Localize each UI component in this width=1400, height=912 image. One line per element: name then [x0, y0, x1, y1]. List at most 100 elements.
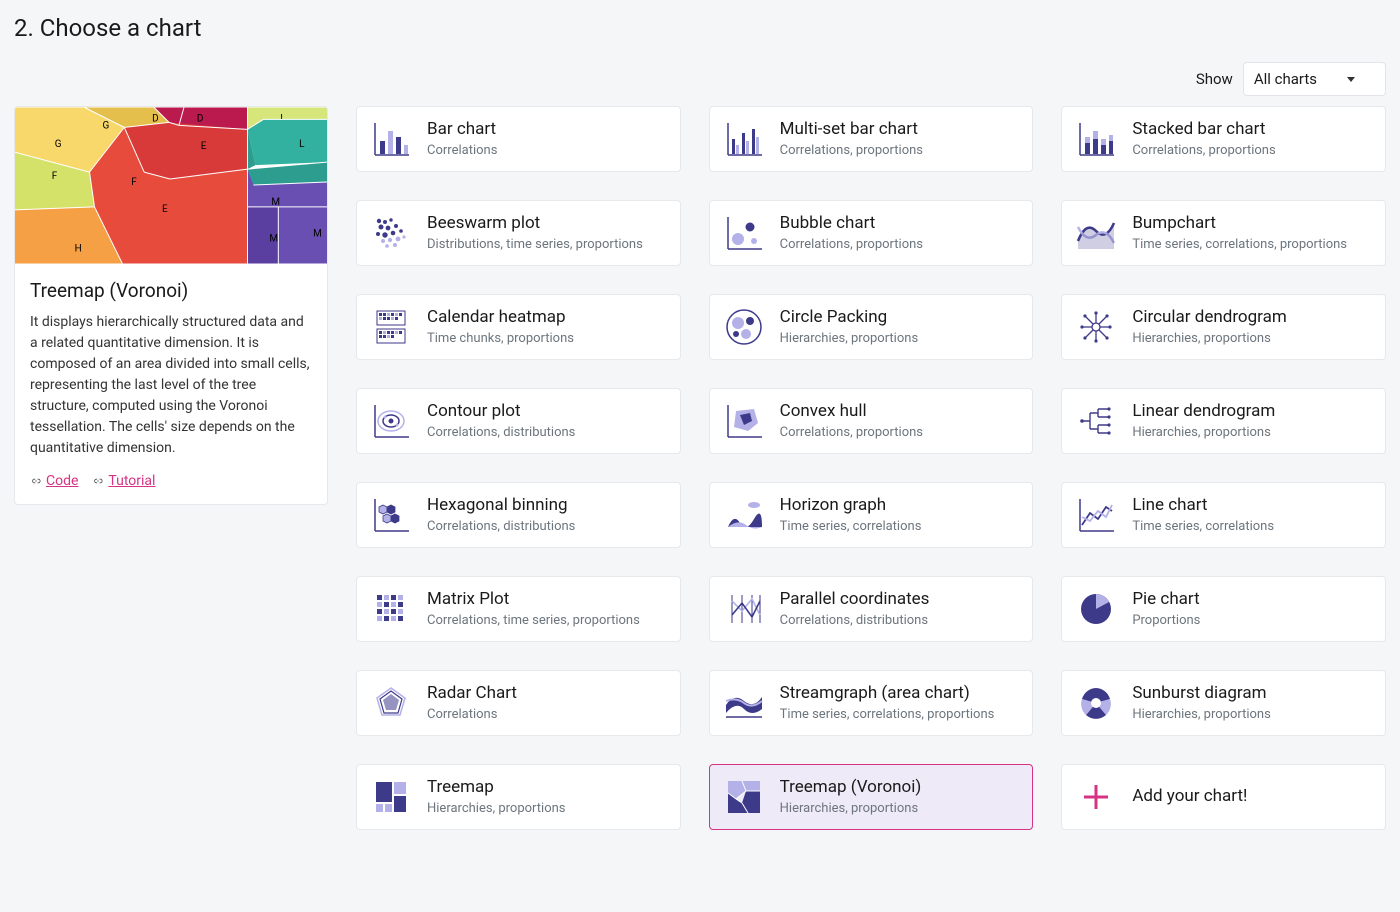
chart-card-subtitle: Distributions, time series, proportions — [427, 237, 643, 253]
convex-icon — [724, 401, 764, 441]
chart-card-text: Calendar heatmapTime chunks, proportions — [427, 307, 574, 347]
chart-card-subtitle: Correlations, proportions — [780, 425, 923, 441]
chart-card-voronoi[interactable]: Treemap (Voronoi)Hierarchies, proportion… — [709, 764, 1034, 830]
chart-card-title: Parallel coordinates — [780, 589, 930, 610]
chart-card-subtitle: Correlations, distributions — [427, 519, 575, 535]
voronoi-preview-icon: G G D D I E L L E F F — [15, 107, 327, 264]
chart-card-text: Beeswarm plot Distributions, time series,… — [427, 213, 643, 253]
chart-card-bubble[interactable]: Bubble chartCorrelations, proportions — [709, 200, 1034, 266]
link-icon — [92, 477, 104, 485]
chart-card-title: Beeswarm plot — [427, 213, 643, 234]
chart-card-parallel[interactable]: Parallel coordinatesCorrelations, distri… — [709, 576, 1034, 642]
chart-card-title: Calendar heatmap — [427, 307, 574, 328]
multibar-icon — [724, 119, 764, 159]
chart-card-stackedbar[interactable]: Stacked bar chartCorrelations, proportio… — [1061, 106, 1386, 172]
horizon-icon — [724, 495, 764, 535]
code-link[interactable]: Code — [30, 473, 78, 489]
chart-card-radar[interactable]: Radar Chart Correlations — [356, 670, 681, 736]
stackedbar-icon — [1076, 119, 1116, 159]
chart-card-text: Bubble chartCorrelations, proportions — [780, 213, 923, 253]
chart-card-title: Convex hull — [780, 401, 923, 422]
chart-card-circdendro[interactable]: Circular dendrogram Hierarchies, proporti… — [1061, 294, 1386, 360]
code-link-label: Code — [46, 473, 78, 489]
svg-text:E: E — [201, 141, 207, 152]
chart-card-subtitle: Time series, correlations — [780, 519, 922, 535]
chart-card-multibar[interactable]: Multi-set bar chartCorrelations, proport… — [709, 106, 1034, 172]
chart-card-text: Hexagonal binning Correlations, distribut… — [427, 495, 575, 535]
chart-card-subtitle: Correlations, time series, proportions — [427, 613, 640, 629]
chart-card-lindendro[interactable]: Linear dendrogramHierarchies, proportion… — [1061, 388, 1386, 454]
chart-card-subtitle: Correlations, proportions — [1132, 143, 1275, 159]
chart-card-horizon[interactable]: Horizon graphTime series, correlations — [709, 482, 1034, 548]
chart-card-stream[interactable]: Streamgraph (area chart)Time series, cor… — [709, 670, 1034, 736]
pie-icon — [1076, 589, 1116, 629]
lindendro-icon — [1076, 401, 1116, 441]
bar-icon — [371, 119, 411, 159]
chart-card-text: Streamgraph (area chart)Time series, cor… — [780, 683, 995, 723]
chart-card-line[interactable]: Line chartTime series, correlations — [1061, 482, 1386, 548]
tutorial-link[interactable]: Tutorial — [92, 473, 155, 489]
chart-card-title: Multi-set bar chart — [780, 119, 923, 140]
chart-card-circlepack[interactable]: Circle PackingHierarchies, proportions — [709, 294, 1034, 360]
chart-card-title: Matrix Plot — [427, 589, 640, 610]
chart-card-convex[interactable]: Convex hull Correlations, proportions — [709, 388, 1034, 454]
svg-text:M: M — [313, 229, 322, 240]
plus-icon — [1076, 777, 1116, 817]
show-label: Show — [1196, 70, 1233, 88]
chart-card-title: Treemap — [427, 777, 566, 798]
chart-card-matrix[interactable]: Matrix Plot Correlations, time series, pr… — [356, 576, 681, 642]
stream-icon — [724, 683, 764, 723]
bubble-icon — [724, 213, 764, 253]
chart-card-text: Horizon graphTime series, correlations — [780, 495, 922, 535]
chart-card-subtitle: Hierarchies, proportions — [780, 801, 922, 817]
chart-card-bumpchart[interactable]: Bumpchart Time series, correlations, prop… — [1061, 200, 1386, 266]
chart-card-text: Stacked bar chartCorrelations, proportio… — [1132, 119, 1275, 159]
chart-card-subtitle: Correlations — [427, 707, 517, 723]
chart-card-title: Radar Chart — [427, 683, 517, 704]
chart-card-bar[interactable]: Bar chartCorrelations — [356, 106, 681, 172]
chart-card-calendar[interactable]: Calendar heatmapTime chunks, proportions — [356, 294, 681, 360]
chart-card-title: Contour plot — [427, 401, 575, 422]
svg-text:E: E — [162, 204, 168, 215]
chart-card-text: Linear dendrogramHierarchies, proportion… — [1132, 401, 1275, 441]
filter-row: Show All charts — [14, 62, 1386, 96]
chart-card-text: Multi-set bar chartCorrelations, proport… — [780, 119, 923, 159]
chart-card-title: Add your chart! — [1132, 786, 1247, 807]
matrix-icon — [371, 589, 411, 629]
chart-card-title: Hexagonal binning — [427, 495, 575, 516]
chart-card-hexbin[interactable]: Hexagonal binning Correlations, distribut… — [356, 482, 681, 548]
chart-card-contour[interactable]: Contour plot Correlations, distributions — [356, 388, 681, 454]
line-icon — [1076, 495, 1116, 535]
chart-card-treemap[interactable]: TreemapHierarchies, proportions — [356, 764, 681, 830]
link-icon — [30, 477, 42, 485]
chart-card-sunburst[interactable]: Sunburst diagramHierarchies, proportions — [1061, 670, 1386, 736]
chart-card-beeswarm[interactable]: Beeswarm plot Distributions, time series,… — [356, 200, 681, 266]
chart-card-subtitle: Hierarchies, proportions — [1132, 331, 1286, 347]
page-title: 2. Choose a chart — [14, 14, 1386, 42]
chart-card-title: Bumpchart — [1132, 213, 1347, 234]
chart-card-text: Bar chartCorrelations — [427, 119, 497, 159]
hexbin-icon — [371, 495, 411, 535]
chart-card-text: Convex hull Correlations, proportions — [780, 401, 923, 441]
chart-card-title: Circular dendrogram — [1132, 307, 1286, 328]
svg-text:G: G — [102, 120, 109, 131]
chart-card-text: Line chartTime series, correlations — [1132, 495, 1274, 535]
chart-card-subtitle: Time series, correlations, proportions — [1132, 237, 1347, 253]
radar-icon — [371, 683, 411, 723]
chart-card-subtitle: Correlations, distributions — [427, 425, 575, 441]
svg-text:F: F — [131, 177, 137, 188]
chart-card-text: TreemapHierarchies, proportions — [427, 777, 566, 817]
chart-filter-value: All charts — [1254, 70, 1317, 88]
svg-text:M: M — [271, 197, 280, 208]
svg-text:H: H — [75, 244, 82, 255]
chart-card-subtitle: Proportions — [1132, 613, 1200, 629]
chart-card-text: Circular dendrogram Hierarchies, proporti… — [1132, 307, 1286, 347]
chart-card-subtitle: Time series, correlations, proportions — [780, 707, 995, 723]
chart-card-subtitle: Hierarchies, proportions — [1132, 425, 1275, 441]
chart-filter-select[interactable]: All charts — [1243, 62, 1386, 96]
svg-text:M: M — [269, 234, 278, 245]
chart-card-plus[interactable]: Add your chart! — [1061, 764, 1386, 830]
chart-card-title: Bar chart — [427, 119, 497, 140]
chart-card-pie[interactable]: Pie chartProportions — [1061, 576, 1386, 642]
chart-card-title: Circle Packing — [780, 307, 919, 328]
